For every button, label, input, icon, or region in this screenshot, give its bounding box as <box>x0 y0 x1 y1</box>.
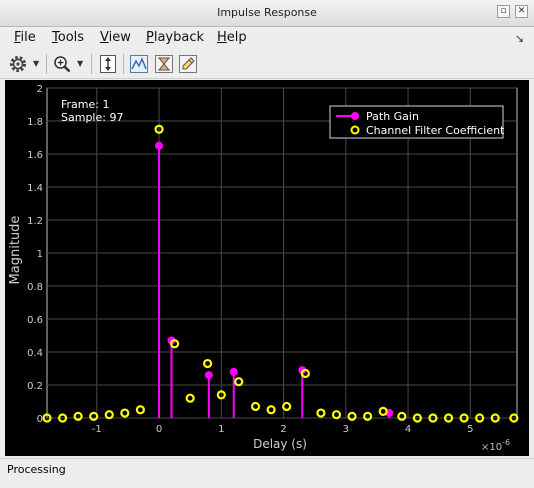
x-tick-label: 5 <box>467 424 473 435</box>
path-gain-marker <box>155 141 164 150</box>
legend-path-gain-label: Path Gain <box>366 110 419 123</box>
toolbar-separator <box>46 54 47 74</box>
legend-path-gain-marker <box>351 112 359 120</box>
toolbar-separator <box>91 54 92 74</box>
menu-help[interactable]: Help <box>217 30 247 45</box>
plot-area: 0 0.2 0.4 0.6 0.8 1 1.2 1.4 1.6 1.8 2 -1 0 1 2 3 4 5 Path … <box>5 80 529 456</box>
signal-statistics-icon[interactable] <box>128 53 150 75</box>
title-bar: Impulse Response ▫ ✕ <box>0 0 534 27</box>
legend-channel-filter-label: Channel Filter Coefficient <box>366 124 505 137</box>
status-bar: Processing <box>0 458 534 481</box>
menu-file[interactable]: File <box>14 30 36 45</box>
menu-tools[interactable]: Tools <box>52 30 84 45</box>
triggers-icon[interactable] <box>153 53 175 75</box>
window-title: Impulse Response <box>217 6 317 19</box>
x-tick-label: 4 <box>405 424 411 435</box>
y-tick-label: 0.2 <box>27 381 43 392</box>
restore-button[interactable]: ▫ <box>497 5 510 18</box>
x-tick-label: 0 <box>156 424 162 435</box>
dock-arrow-icon[interactable]: ↘ <box>515 32 524 45</box>
toolbar: ▼ ▼ <box>0 50 534 79</box>
menu-bar: File Tools View Playback Help ↘ <box>0 27 534 49</box>
x-tick-label: 1 <box>218 424 224 435</box>
menu-playback[interactable]: Playback <box>146 30 204 45</box>
x-multiplier: ×10-6 <box>481 438 510 453</box>
impulse-response-chart[interactable]: 0 0.2 0.4 0.6 0.8 1 1.2 1.4 1.6 1.8 2 -1 0 1 2 3 4 5 Path … <box>5 80 529 456</box>
close-button[interactable]: ✕ <box>515 5 528 18</box>
x-tick-label: 2 <box>280 424 286 435</box>
menu-view[interactable]: View <box>100 30 131 45</box>
frame-readout: Frame: 1 <box>61 98 109 111</box>
zoom-in-icon[interactable] <box>51 53 73 75</box>
path-gain-marker <box>204 371 213 380</box>
x-tick-label: -1 <box>92 424 102 435</box>
sample-readout: Sample: 97 <box>61 111 123 124</box>
gear-icon[interactable] <box>7 53 29 75</box>
zoom-dropdown-icon[interactable]: ▼ <box>77 59 83 68</box>
x-tick-label: 3 <box>343 424 349 435</box>
y-tick-label: 0.8 <box>27 282 43 293</box>
status-text: Processing <box>7 463 66 476</box>
y-tick-label: 1.6 <box>27 150 43 161</box>
y-tick-label: 0.6 <box>27 315 43 326</box>
toolbar-separator <box>123 54 124 74</box>
y-tick-label: 2 <box>37 84 43 95</box>
y-tick-label: 0.4 <box>27 348 43 359</box>
scale-axes-icon[interactable] <box>97 53 119 75</box>
y-tick-label: 1.4 <box>27 183 43 194</box>
settings-dropdown-icon[interactable]: ▼ <box>33 59 39 68</box>
y-tick-label: 1 <box>37 249 43 260</box>
path-gain-marker <box>229 367 238 376</box>
y-axis-label: Magnitude <box>8 216 23 285</box>
x-axis-label: Delay (s) <box>253 437 307 451</box>
edit-icon[interactable] <box>177 53 199 75</box>
y-tick-label: 0 <box>37 414 43 425</box>
y-tick-label: 1.2 <box>27 216 43 227</box>
y-tick-label: 1.8 <box>27 117 43 128</box>
